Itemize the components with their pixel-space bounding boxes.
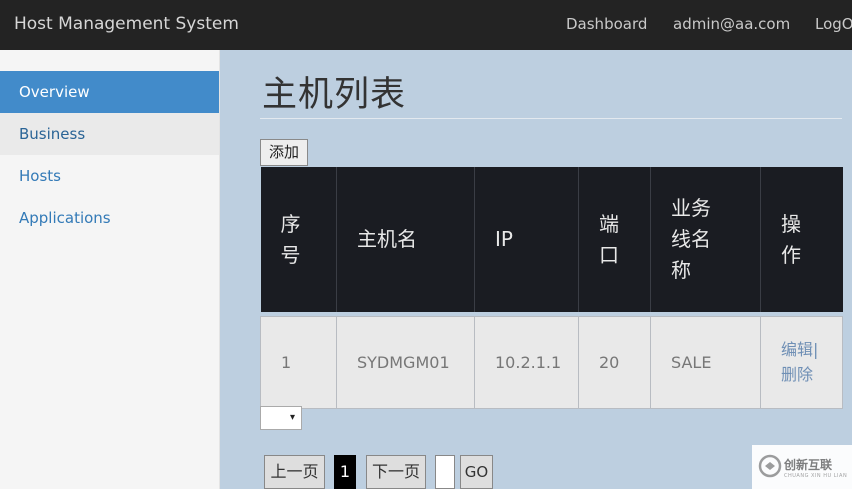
chevron-down-icon: ▾ <box>289 412 295 423</box>
header-hostname-line-1: 主机名 <box>357 227 417 251</box>
hosts-table: 序 号 主机名 IP 端 口 业务 线名 称 操 作 1 SYDMGM01 10… <box>260 167 843 409</box>
sidebar-item-applications[interactable]: Applications <box>0 197 219 239</box>
table-row: 1 SYDMGM01 10.2.1.1 20 SALE 编辑| 删除 <box>260 315 843 409</box>
header-actions-line-1: 操 <box>781 211 801 236</box>
header-port-line-1: 端 <box>599 211 619 236</box>
current-page-number[interactable]: 1 <box>334 455 356 489</box>
next-page-button[interactable]: 下一页 <box>366 455 426 489</box>
sidebar: Overview Business Hosts Applications <box>0 50 220 489</box>
title-divider <box>260 118 842 119</box>
watermark-logo: 创新互联 CHUANG XIN HU LIAN <box>752 445 852 489</box>
cell-hostname: SYDMGM01 <box>336 315 475 409</box>
app-brand[interactable]: Host Management System <box>14 14 239 34</box>
cell-index: 1 <box>260 315 337 409</box>
go-button[interactable]: GO <box>460 455 493 489</box>
header-actions-line-2: 作 <box>781 242 801 267</box>
sidebar-item-overview[interactable]: Overview <box>0 71 219 113</box>
watermark-subtext: CHUANG XIN HU LIAN <box>784 473 848 479</box>
sidebar-item-hosts[interactable]: Hosts <box>0 155 219 197</box>
page-size-select[interactable]: ▾ <box>260 406 302 430</box>
add-host-button[interactable]: 添加 <box>260 139 308 166</box>
delete-link[interactable]: 删除 <box>781 362 822 387</box>
brand-logo-icon <box>758 454 782 478</box>
header-index-line-2: 号 <box>280 242 301 267</box>
cell-ip: 10.2.1.1 <box>474 315 579 409</box>
header-business-line-1: 业务 <box>671 196 711 220</box>
header-hostname: 主机名 <box>336 167 475 312</box>
header-port-line-2: 口 <box>599 242 619 267</box>
page-title: 主机列表 <box>262 75 407 115</box>
header-business-line-2: 线名 <box>671 227 711 251</box>
sidebar-item-business[interactable]: Business <box>0 113 219 155</box>
go-page-input[interactable] <box>435 455 455 489</box>
header-business-line: 业务 线名 称 <box>650 167 761 312</box>
cell-port: 20 <box>578 315 651 409</box>
nav-dashboard-link[interactable]: Dashboard <box>566 15 647 33</box>
header-ip: IP <box>474 167 579 312</box>
header-ip-line-1: IP <box>495 227 513 251</box>
table-header-row: 序 号 主机名 IP 端 口 业务 线名 称 操 作 <box>260 167 843 312</box>
header-port: 端 口 <box>578 167 651 312</box>
cell-business: SALE <box>650 315 761 409</box>
watermark-text: 创新互联 <box>784 458 833 472</box>
edit-link[interactable]: 编辑| <box>781 337 822 362</box>
top-navbar: Host Management System Dashboard admin@a… <box>0 0 852 50</box>
nav-user-email-link[interactable]: admin@aa.com <box>673 15 790 33</box>
header-actions: 操 作 <box>760 167 843 312</box>
nav-logout-link[interactable]: LogOut <box>815 15 852 33</box>
prev-page-button[interactable]: 上一页 <box>264 455 325 489</box>
header-index-line-1: 序 <box>280 211 301 236</box>
cell-actions: 编辑| 删除 <box>760 315 843 409</box>
header-business-line-3: 称 <box>671 258 691 282</box>
header-index: 序 号 <box>260 167 337 312</box>
